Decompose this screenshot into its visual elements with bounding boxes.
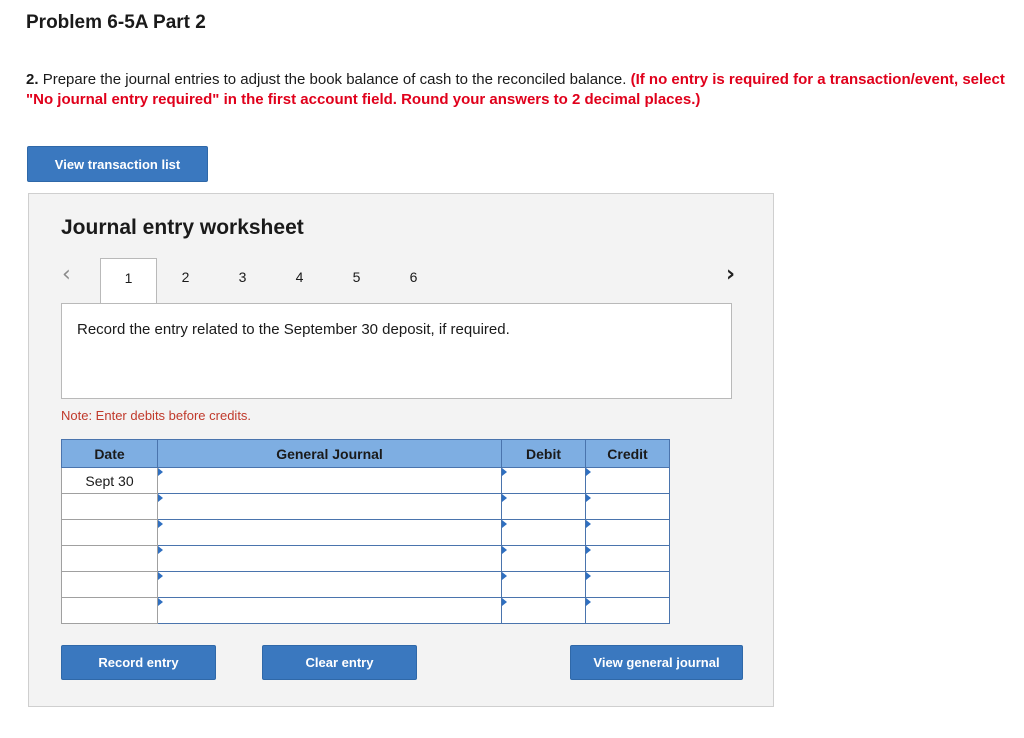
account-input[interactable] — [158, 468, 501, 493]
dropdown-marker-icon — [158, 520, 163, 528]
table-row — [61, 545, 670, 572]
date-cell — [61, 493, 158, 520]
credit-input[interactable] — [586, 546, 669, 571]
debit-input[interactable] — [502, 598, 585, 623]
credit-input[interactable] — [586, 468, 669, 493]
account-cell[interactable] — [157, 571, 502, 598]
credit-input[interactable] — [586, 520, 669, 545]
dropdown-marker-icon — [586, 598, 591, 606]
dropdown-marker-icon — [158, 598, 163, 606]
tab-4[interactable]: 4 — [271, 258, 328, 304]
tab-6[interactable]: 6 — [385, 258, 442, 304]
instruction-number: 2. — [26, 71, 39, 88]
date-cell — [61, 571, 158, 598]
dropdown-marker-icon — [502, 598, 507, 606]
credit-input[interactable] — [586, 598, 669, 623]
dropdown-marker-icon — [158, 572, 163, 580]
account-input[interactable] — [158, 546, 501, 571]
table-row — [61, 493, 670, 520]
table-row: Sept 30 — [61, 467, 670, 494]
account-input[interactable] — [158, 572, 501, 597]
account-cell[interactable] — [157, 519, 502, 546]
instruction-text: Prepare the journal entries to adjust th… — [42, 71, 627, 88]
debit-cell[interactable] — [501, 597, 586, 624]
dropdown-marker-icon — [586, 494, 591, 502]
debit-input[interactable] — [502, 546, 585, 571]
debit-credit-note: Note: Enter debits before credits. — [61, 408, 252, 423]
view-transaction-list-button[interactable]: View transaction list — [27, 146, 208, 182]
dropdown-marker-icon — [502, 572, 507, 580]
tab-1[interactable]: 1 — [100, 258, 157, 304]
header-credit: Credit — [585, 439, 670, 468]
record-entry-button[interactable]: Record entry — [61, 645, 216, 680]
entry-prompt: Record the entry related to the Septembe… — [77, 321, 510, 338]
journal-table: Date General Journal Debit Credit Sept 3… — [61, 439, 670, 624]
clear-entry-button[interactable]: Clear entry — [262, 645, 417, 680]
debit-input[interactable] — [502, 468, 585, 493]
date-cell — [61, 545, 158, 572]
header-date: Date — [61, 439, 158, 468]
account-cell[interactable] — [157, 493, 502, 520]
account-cell[interactable] — [157, 597, 502, 624]
tab-5[interactable]: 5 — [328, 258, 385, 304]
credit-input[interactable] — [586, 494, 669, 519]
dropdown-marker-icon — [158, 468, 163, 476]
debit-input[interactable] — [502, 572, 585, 597]
journal-entry-worksheet: Journal entry worksheet ‹ 1 2 3 4 5 6 › … — [28, 193, 774, 707]
debit-cell[interactable] — [501, 519, 586, 546]
credit-cell[interactable] — [585, 545, 670, 572]
dropdown-marker-icon — [502, 468, 507, 476]
dropdown-marker-icon — [586, 468, 591, 476]
dropdown-marker-icon — [586, 572, 591, 580]
credit-input[interactable] — [586, 572, 669, 597]
credit-cell[interactable] — [585, 467, 670, 494]
instructions: 2. Prepare the journal entries to adjust… — [26, 70, 1006, 110]
dropdown-marker-icon — [158, 494, 163, 502]
dropdown-marker-icon — [586, 546, 591, 554]
dropdown-marker-icon — [502, 546, 507, 554]
credit-cell[interactable] — [585, 519, 670, 546]
view-general-journal-button[interactable]: View general journal — [570, 645, 743, 680]
account-cell[interactable] — [157, 467, 502, 494]
page-title: Problem 6-5A Part 2 — [26, 12, 206, 33]
debit-cell[interactable] — [501, 571, 586, 598]
dropdown-marker-icon — [502, 494, 507, 502]
entry-tabs: 1 2 3 4 5 6 — [100, 258, 442, 304]
debit-cell[interactable] — [501, 493, 586, 520]
header-debit: Debit — [501, 439, 586, 468]
header-general-journal: General Journal — [157, 439, 502, 468]
account-input[interactable] — [158, 494, 501, 519]
account-cell[interactable] — [157, 545, 502, 572]
chevron-left-icon[interactable]: ‹ — [62, 264, 71, 286]
dropdown-marker-icon — [158, 546, 163, 554]
debit-cell[interactable] — [501, 467, 586, 494]
dropdown-marker-icon — [502, 520, 507, 528]
entry-prompt-box: Record the entry related to the Septembe… — [61, 303, 732, 399]
debit-input[interactable] — [502, 520, 585, 545]
tab-2[interactable]: 2 — [157, 258, 214, 304]
chevron-right-icon[interactable]: › — [726, 264, 735, 286]
table-header-row: Date General Journal Debit Credit — [61, 439, 670, 468]
table-row — [61, 519, 670, 546]
table-row — [61, 571, 670, 598]
credit-cell[interactable] — [585, 493, 670, 520]
account-input[interactable] — [158, 598, 501, 623]
table-row — [61, 597, 670, 624]
credit-cell[interactable] — [585, 597, 670, 624]
debit-input[interactable] — [502, 494, 585, 519]
credit-cell[interactable] — [585, 571, 670, 598]
worksheet-title: Journal entry worksheet — [61, 216, 304, 239]
date-cell: Sept 30 — [61, 467, 158, 494]
dropdown-marker-icon — [586, 520, 591, 528]
date-cell — [61, 597, 158, 624]
date-cell — [61, 519, 158, 546]
debit-cell[interactable] — [501, 545, 586, 572]
account-input[interactable] — [158, 520, 501, 545]
tab-3[interactable]: 3 — [214, 258, 271, 304]
